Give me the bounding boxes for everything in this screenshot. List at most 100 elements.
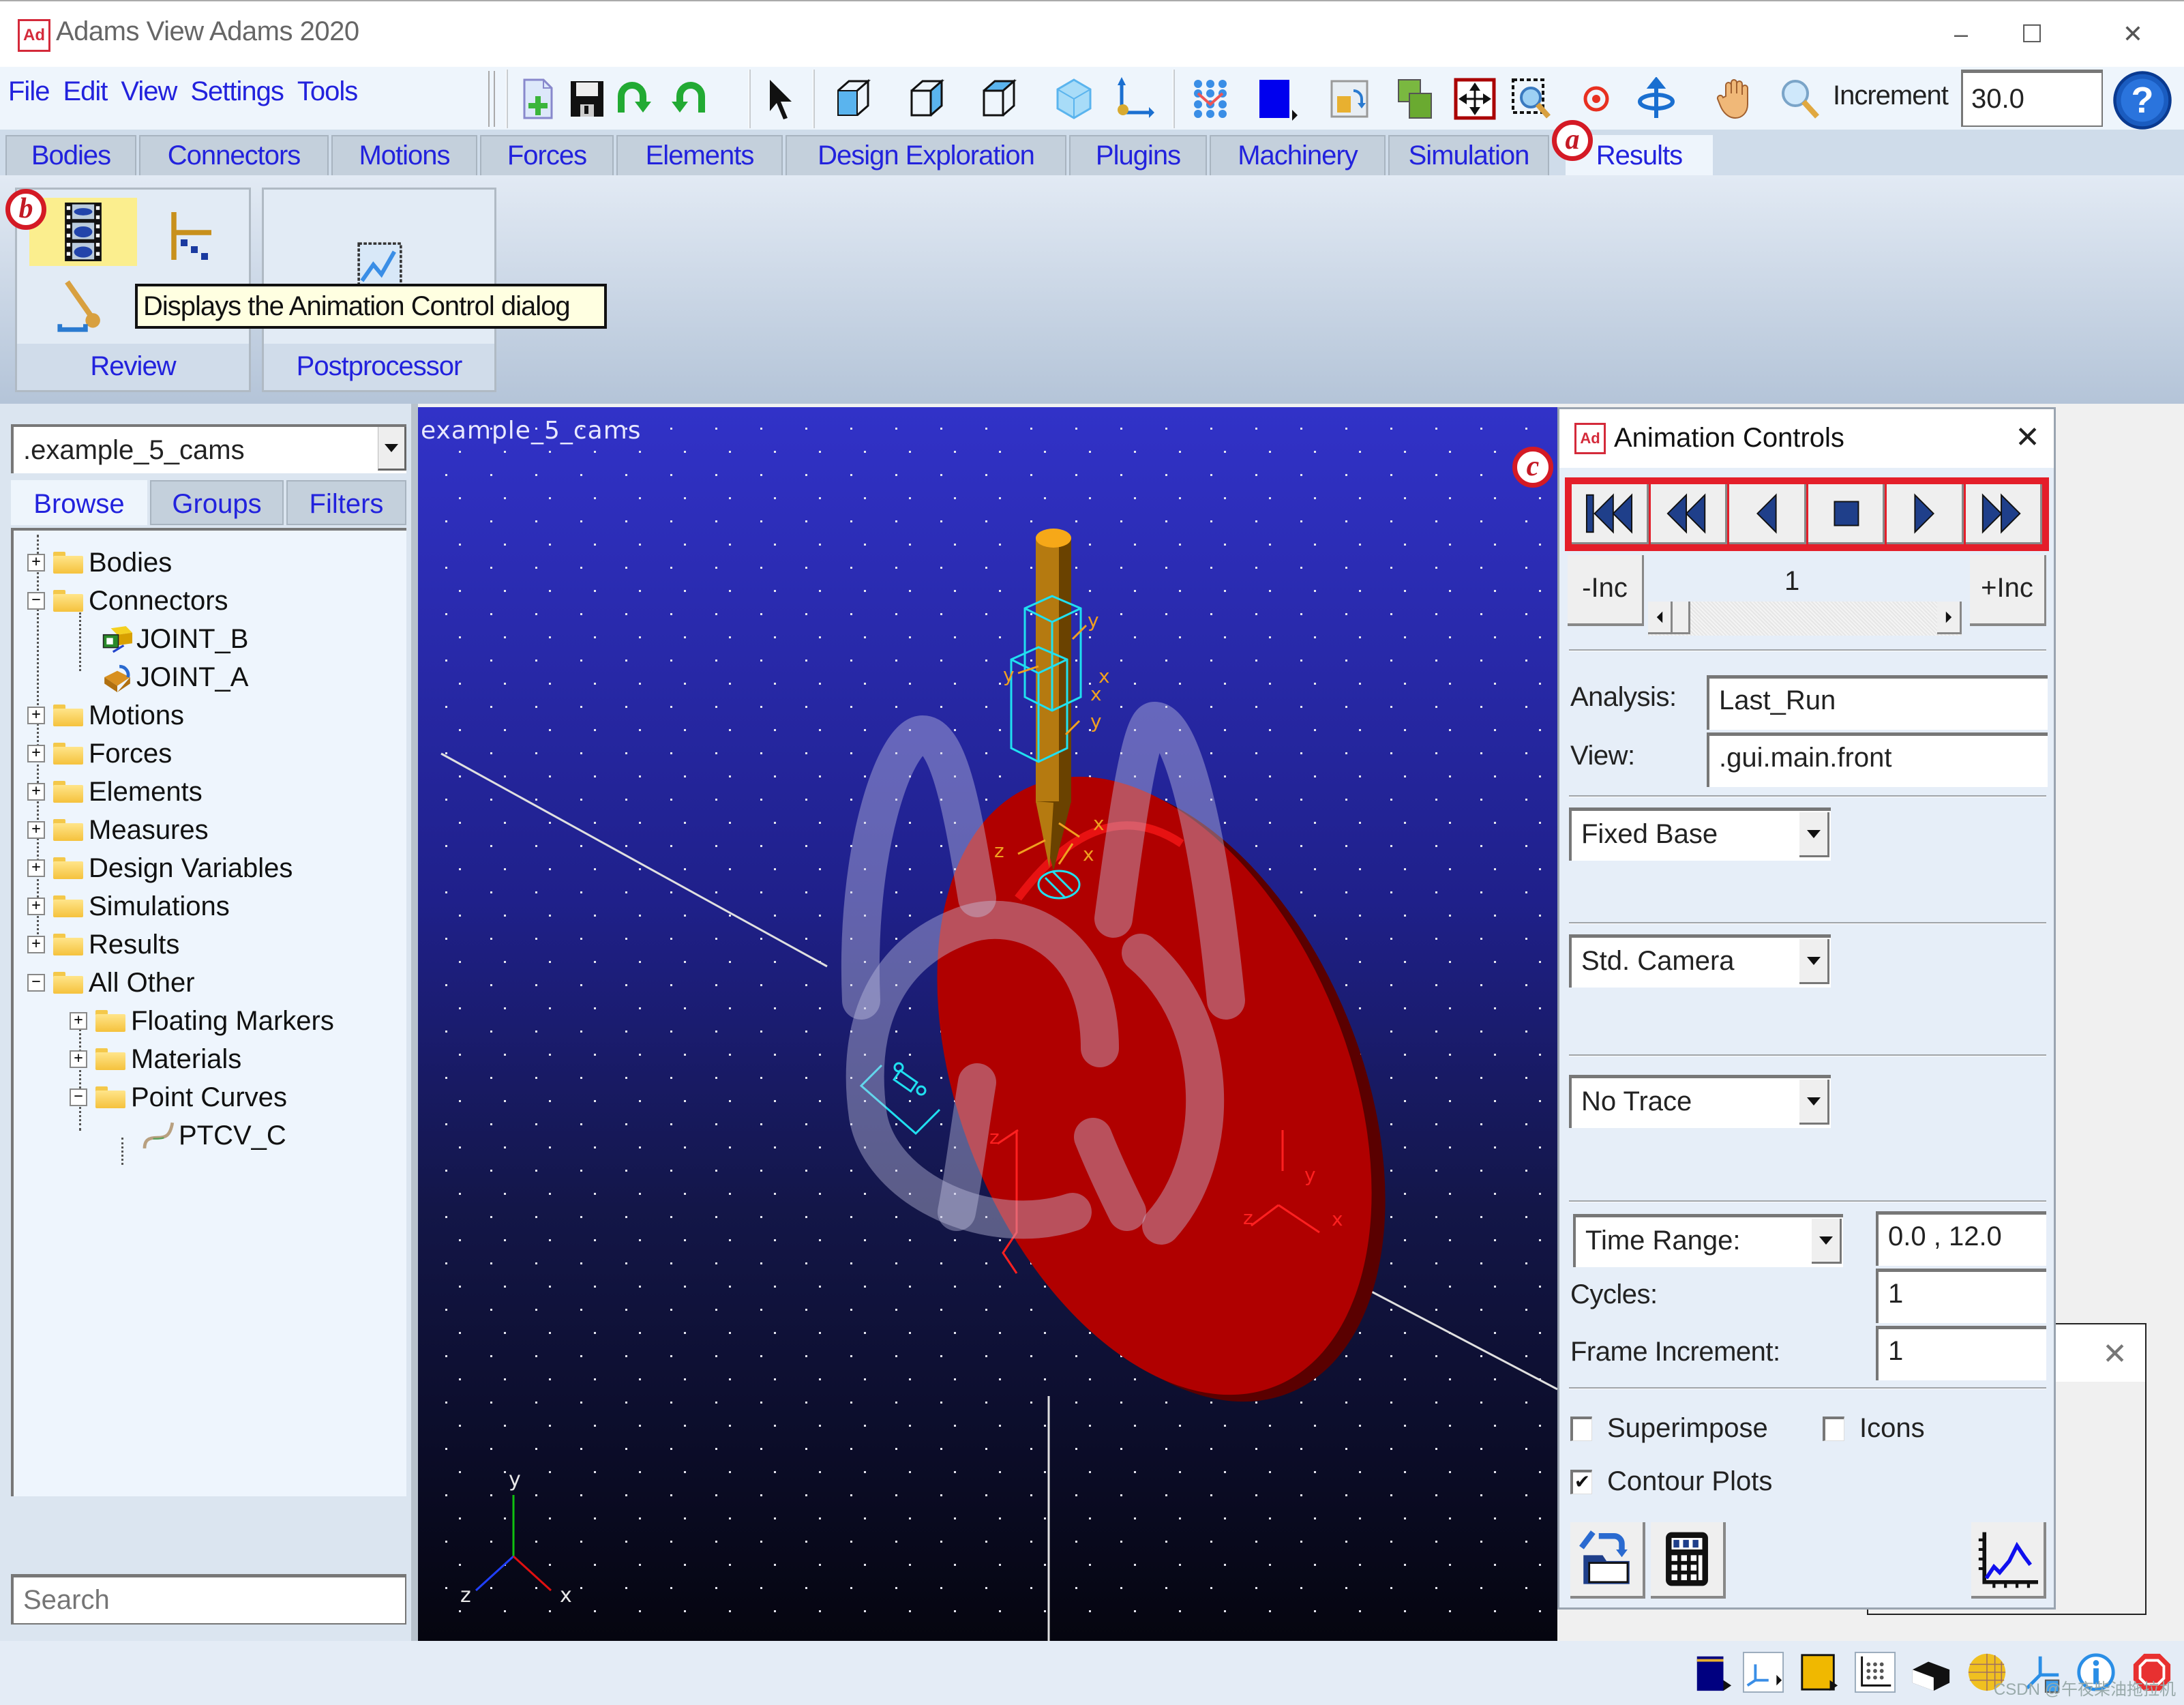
menu-settings[interactable]: Settings [190,76,284,107]
tab-design-exploration[interactable]: Design Exploration [786,135,1066,175]
tree-item-design-variables[interactable]: + Design Variables [27,850,293,887]
tree-item-results[interactable]: + Results [27,926,179,963]
tree-item-connectors[interactable]: − Connectors [27,582,228,619]
menu-file[interactable]: File [8,76,50,107]
pan-hand-icon[interactable] [1713,74,1761,124]
close-button[interactable]: ✕ [2106,14,2160,55]
chevron-down-icon[interactable] [1799,812,1829,857]
tree-item-ptcv-c[interactable]: PTCV_C [142,1117,286,1154]
3d-viewport[interactable]: y x y x y x z x y z x z y z x example_5_… [418,407,1557,1641]
tab-simulation[interactable]: Simulation [1388,135,1549,175]
chevron-down-icon[interactable] [378,427,406,471]
save-animation-button[interactable] [1570,1522,1645,1599]
tree-item-elements[interactable]: + Elements [27,773,203,810]
expand-icon[interactable]: + [27,898,45,915]
tab-forces[interactable]: Forces [480,135,614,175]
close-icon[interactable]: ✕ [2102,1337,2127,1372]
check-icon[interactable]: ✔ [1570,1469,1592,1494]
view-top-icon[interactable] [976,74,1024,124]
superimpose-checkbox[interactable]: Superimpose [1570,1413,1768,1444]
save-icon[interactable] [563,74,611,124]
play-backward-button[interactable] [1729,484,1806,544]
tab-browse[interactable]: Browse [11,480,147,525]
model-select[interactable]: .example_5_cams [11,424,406,473]
new-model-icon[interactable] [514,74,562,124]
calculator-button[interactable] [1651,1522,1726,1599]
view-side-icon[interactable] [904,74,952,124]
measure-icon[interactable] [44,270,119,345]
follower-body[interactable] [1036,529,1071,871]
scroll-right-icon[interactable] [1937,602,1962,634]
scene-canvas[interactable]: y x y x y x z x y z x z y z x [418,407,1557,1641]
fit-view-icon[interactable] [1451,74,1499,124]
search-input[interactable] [11,1574,406,1625]
create-trace-spline-icon[interactable] [153,202,228,270]
menu-tools[interactable]: Tools [297,76,358,107]
help-icon[interactable]: ? [2108,70,2176,131]
rotate-icon[interactable] [1632,74,1680,124]
tree-item-floating-markers[interactable]: + Floating Markers [70,1003,334,1039]
menu-edit[interactable]: Edit [63,76,108,107]
tab-plugins[interactable]: Plugins [1069,135,1207,175]
tree-item-materials[interactable]: + Materials [70,1041,241,1078]
frame-increment-field[interactable]: 1 [1876,1326,2046,1380]
color-icon[interactable] [1796,1646,1842,1698]
tab-elements[interactable]: Elements [616,135,783,175]
toolbar-grip[interactable] [488,71,495,127]
increment-frame-button[interactable]: +Inc [1970,555,2046,626]
expand-icon[interactable]: + [27,821,45,839]
tab-connectors[interactable]: Connectors [139,135,329,175]
select-pointer-icon[interactable] [757,74,805,124]
marker-icons-toggle-icon[interactable] [1186,74,1234,124]
chevron-down-icon[interactable] [1799,1080,1829,1125]
redo-icon[interactable] [661,74,709,124]
tab-machinery[interactable]: Machinery [1210,135,1386,175]
background-color-icon[interactable] [1252,74,1300,124]
expand-icon[interactable]: + [27,745,45,762]
rewind-to-start-button[interactable] [1572,484,1649,544]
collapse-icon[interactable]: − [27,592,45,610]
working-grid-icon[interactable] [1109,74,1156,124]
play-backward-fast-button[interactable] [1650,484,1727,544]
range-mode-select[interactable]: Time Range: [1573,1214,1843,1267]
tree-item-all-other[interactable]: − All Other [27,964,195,1001]
camera-select[interactable]: Std. Camera [1569,934,1831,988]
analysis-field[interactable]: Last_Run [1707,675,2048,730]
maximize-button[interactable]: ☐ [2005,14,2059,55]
menu-view[interactable]: View [121,76,177,107]
expand-icon[interactable]: + [27,707,45,724]
icons-checkbox[interactable]: Icons [1823,1413,1925,1444]
scroll-left-icon[interactable] [1648,602,1673,634]
render-icon[interactable] [1908,1646,1954,1698]
checkbox-box[interactable] [1570,1416,1592,1441]
contour-plots-checkbox[interactable]: ✔ Contour Plots [1570,1466,1772,1497]
view-front-icon[interactable] [831,74,878,124]
tree-item-forces[interactable]: + Forces [27,735,172,772]
chevron-down-icon[interactable] [1812,1219,1842,1264]
background-color-icon[interactable] [1690,1646,1736,1698]
increment-input[interactable] [1961,70,2103,127]
collapse-icon[interactable]: − [27,974,45,992]
zoom-box-icon[interactable] [1508,74,1556,124]
center-icon[interactable] [1572,74,1620,124]
expand-icon[interactable]: + [70,1050,87,1068]
collapse-icon[interactable]: − [70,1088,87,1106]
minimize-button[interactable]: – [1934,14,1988,55]
expand-icon[interactable]: + [27,936,45,953]
tab-groups[interactable]: Groups [150,480,284,525]
trace-select[interactable]: No Trace [1569,1075,1831,1128]
tab-filters[interactable]: Filters [286,480,406,525]
zoom-icon[interactable] [1777,74,1825,124]
expand-icon[interactable]: + [27,554,45,572]
tree-item-joint-b[interactable]: JOINT_B [100,621,248,657]
view-field[interactable]: .gui.main.front [1707,732,2048,787]
expand-icon[interactable]: + [70,1012,87,1030]
tab-bodies[interactable]: Bodies [5,135,136,175]
grid-icon[interactable] [1852,1646,1898,1698]
checkbox-box[interactable] [1823,1416,1844,1441]
triad-icon[interactable] [1740,1646,1786,1698]
undo-icon[interactable] [614,74,661,124]
tree-item-simulations[interactable]: + Simulations [27,888,230,925]
tab-motions[interactable]: Motions [331,135,477,175]
expand-icon[interactable]: + [27,783,45,801]
